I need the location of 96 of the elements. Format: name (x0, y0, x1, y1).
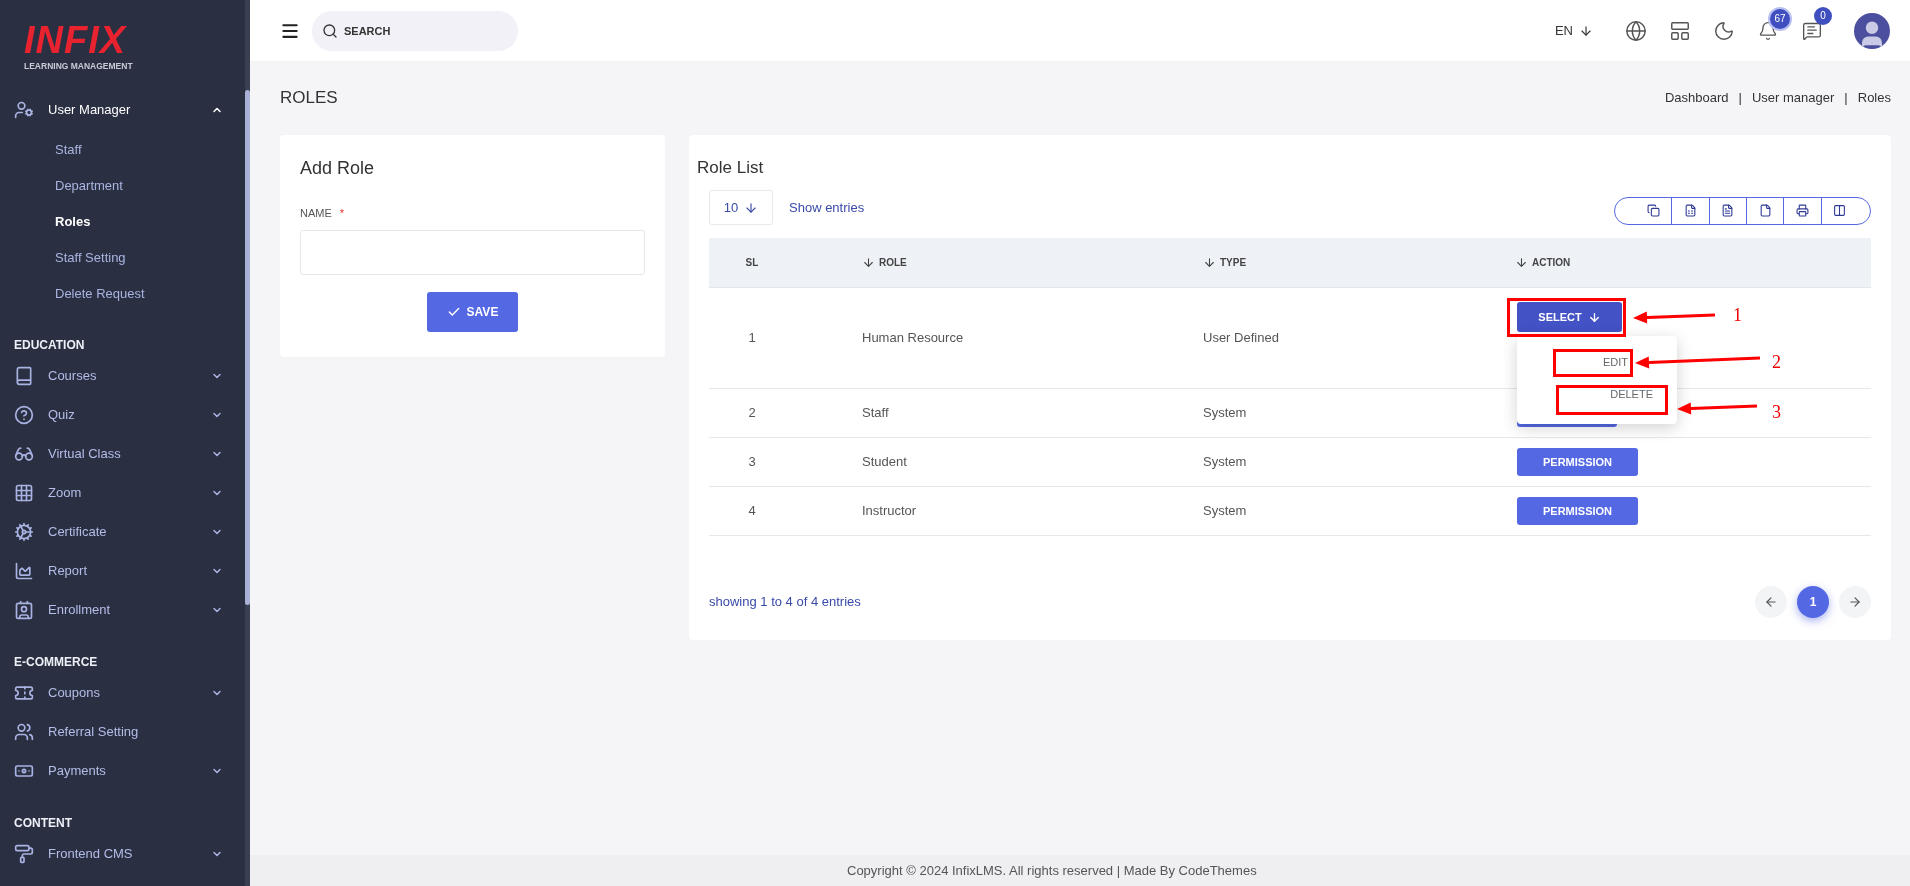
sidebar-item[interactable]: Referral Setting (0, 712, 245, 751)
print-icon (1795, 204, 1809, 217)
table-cell-text: Student (862, 453, 907, 472)
entries-summary: showing 1 to 4 of 4 entries (709, 593, 861, 612)
breadcrumb-link[interactable]: User manager (1752, 88, 1835, 108)
scrollbar-track[interactable] (245, 0, 250, 886)
annotation-number: 2 (1772, 351, 1781, 374)
gear-icon (14, 521, 34, 542)
logo-tagline: LEARNING MANAGEMENT (24, 60, 133, 72)
breadcrumb-separator: | (1738, 89, 1742, 108)
sidebar-item[interactable]: Report (0, 551, 245, 590)
table-cell-text: System (1203, 404, 1247, 423)
page-size-select[interactable]: 10 (709, 190, 773, 225)
required-mark: * (339, 206, 345, 221)
section-heading: E-COMMERCE (14, 654, 98, 671)
annotation-number: 1 (1733, 304, 1742, 327)
save-button[interactable]: SAVE (427, 291, 518, 332)
annotation-number: 3 (1772, 401, 1781, 424)
breadcrumb-separator: | (1844, 89, 1848, 108)
breadcrumb-link[interactable]: Dashboard (1665, 88, 1729, 108)
sidebar-subitem[interactable]: Staff Setting (55, 248, 126, 268)
sidebar-item[interactable]: Courses (0, 356, 245, 395)
column-header: SL (744, 256, 760, 270)
message-count: 0 (1814, 6, 1832, 25)
table-cell-text: Instructor (862, 502, 917, 521)
sidebar-subitem[interactable]: Staff (55, 140, 82, 160)
book-icon (14, 365, 34, 386)
chat-icon (1802, 20, 1822, 41)
card-title: Role List (697, 157, 764, 179)
scrollbar-thumb[interactable] (245, 90, 250, 605)
grid-icon (14, 482, 34, 503)
table-cell-text: 4 (747, 502, 757, 521)
column-header[interactable]: TYPE (1203, 255, 1247, 270)
sidebar-subitem[interactable]: Delete Request (55, 284, 145, 304)
sidebar-subitem[interactable]: Roles (55, 212, 91, 232)
page-title: ROLES (280, 87, 338, 110)
permission-button[interactable]: PERMISSION (1517, 497, 1638, 525)
search-icon (322, 22, 338, 39)
table-cell-text: Staff (862, 404, 889, 423)
table-cell-text: 2 (747, 404, 757, 423)
layout-icon (1669, 19, 1691, 42)
copyright-text: Copyright © 2024 InfixLMS. All rights reserved | Made By CodeThemes (847, 861, 1257, 880)
user-gear-icon (14, 100, 34, 120)
sort-icon (1203, 256, 1216, 269)
contact-card-icon (14, 599, 34, 620)
sidebar-item[interactable]: Virtual Class (0, 434, 245, 473)
card-title: Add Role (300, 157, 375, 180)
moon-icon (1713, 19, 1735, 42)
paint-roller-icon (14, 843, 34, 864)
field-label: NAME (300, 206, 332, 221)
avatar[interactable] (1854, 12, 1890, 49)
sidebar-item[interactable]: User Manager (0, 88, 245, 132)
sidebar-subitem[interactable]: Department (55, 176, 123, 196)
logo-wordmark: INFIX (24, 20, 127, 60)
section-heading: EDUCATION (14, 337, 85, 354)
users-icon (14, 721, 34, 742)
sidebar-item[interactable]: Coupons (0, 673, 245, 712)
page-button[interactable]: 1 (1797, 586, 1829, 618)
arrow-down-icon (1587, 310, 1601, 324)
table-cell-text: 3 (747, 453, 757, 472)
sidebar-item[interactable]: Frontend CMS (0, 834, 245, 873)
table-cell-text: System (1203, 502, 1247, 521)
notifications-button[interactable]: 67 (1746, 10, 1790, 51)
question-icon (14, 404, 34, 425)
language-selector[interactable]: EN (1554, 20, 1593, 41)
copy-icon (1646, 204, 1660, 217)
dropdown-item[interactable]: DELETE (1610, 386, 1653, 402)
sidebar-item[interactable]: Quiz (0, 395, 245, 434)
spreadsheet-icon (1684, 204, 1697, 217)
arrow-down-icon (1579, 23, 1593, 38)
document-icon (1721, 204, 1735, 217)
table-cell-text: Human Resource (862, 329, 964, 348)
table-cell-text: System (1203, 453, 1247, 472)
column-header[interactable]: ROLE (862, 255, 907, 270)
search-field[interactable]: SEARCH (312, 10, 518, 51)
sidebar-item[interactable]: Enrollment (0, 590, 245, 629)
sort-icon (862, 256, 875, 269)
area-chart-icon (14, 560, 34, 581)
table-cell-text: User Defined (1203, 329, 1279, 348)
sidebar-item[interactable]: Certificate (0, 512, 245, 551)
select-button[interactable]: SELECT (1517, 302, 1622, 332)
sort-icon (1515, 256, 1528, 269)
sidebar-item[interactable]: Payments (0, 751, 245, 790)
column-header[interactable]: ACTION (1515, 255, 1571, 270)
permission-button[interactable]: PERMISSION (1517, 448, 1638, 476)
columns-icon (1833, 204, 1847, 217)
breadcrumb-link[interactable]: Roles (1857, 88, 1891, 108)
table-cell-text: 1 (747, 329, 757, 348)
file-icon (1758, 204, 1772, 217)
globe-icon (1625, 19, 1647, 42)
section-heading: CONTENT (14, 815, 72, 832)
dropdown-item[interactable]: EDIT (1602, 354, 1628, 370)
show-entries-label: Show entries (789, 198, 865, 217)
notification-count: 67 (1770, 8, 1790, 29)
name-input[interactable] (300, 229, 645, 275)
sidebar-item[interactable]: Zoom (0, 473, 245, 512)
